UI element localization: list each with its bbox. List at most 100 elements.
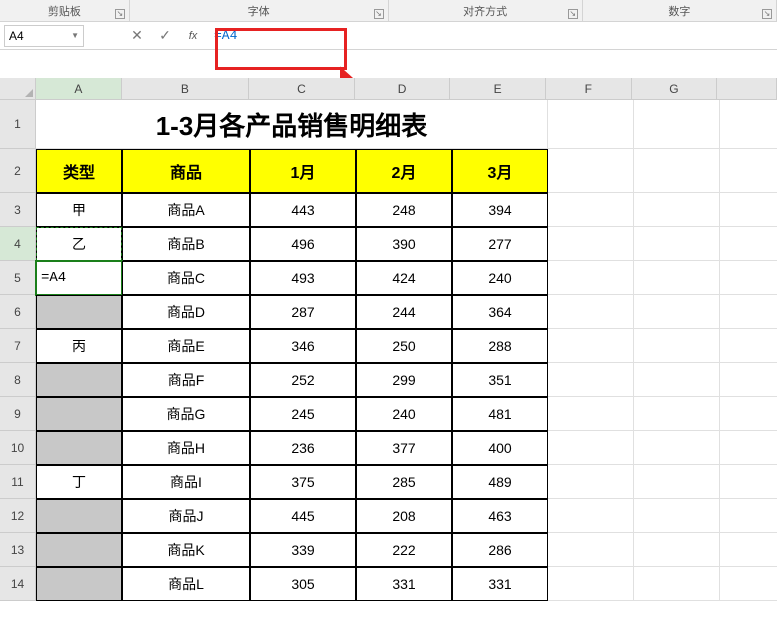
row-header[interactable]: 2 — [0, 149, 36, 193]
cell[interactable] — [548, 363, 634, 397]
column-headers[interactable]: ABCDEFG — [36, 78, 777, 100]
cell[interactable] — [720, 363, 777, 397]
cell[interactable] — [548, 193, 634, 227]
dialog-launcher-icon[interactable]: ↘ — [762, 9, 772, 19]
cell[interactable] — [634, 100, 720, 149]
ribbon-group-alignment[interactable]: 对齐方式↘ — [389, 0, 583, 21]
formula-input[interactable] — [210, 25, 773, 47]
cell-value[interactable]: 364 — [452, 295, 548, 329]
cell[interactable] — [634, 431, 720, 465]
cell[interactable] — [548, 397, 634, 431]
row-header[interactable]: 9 — [0, 397, 36, 431]
cell-value[interactable]: 248 — [356, 193, 452, 227]
cell-value[interactable]: 339 — [250, 533, 356, 567]
cell-grid[interactable]: 1-3月各产品销售明细表类型商品1月2月3月甲商品A443248394乙商品B4… — [36, 100, 777, 634]
cell-value[interactable]: 390 — [356, 227, 452, 261]
cell-type[interactable]: 丙 — [36, 329, 122, 363]
cell-value[interactable]: 443 — [250, 193, 356, 227]
cell-value[interactable]: 496 — [250, 227, 356, 261]
cell[interactable] — [548, 227, 634, 261]
cell-value[interactable]: 331 — [452, 567, 548, 601]
cell-value[interactable]: 244 — [356, 295, 452, 329]
row-header[interactable]: 5 — [0, 261, 36, 295]
cell-value[interactable]: 240 — [356, 397, 452, 431]
cell-value[interactable]: 240 — [452, 261, 548, 295]
dialog-launcher-icon[interactable]: ↘ — [115, 9, 125, 19]
cell-product[interactable]: 商品K — [122, 533, 250, 567]
cell[interactable] — [548, 295, 634, 329]
cell-value[interactable]: 208 — [356, 499, 452, 533]
cell[interactable] — [548, 261, 634, 295]
cell-type[interactable] — [36, 363, 122, 397]
cell-value[interactable]: 299 — [356, 363, 452, 397]
ribbon-group-number[interactable]: 数字↘ — [583, 0, 777, 21]
cell[interactable] — [634, 295, 720, 329]
cell-value[interactable]: 351 — [452, 363, 548, 397]
table-header[interactable]: 商品 — [122, 149, 250, 193]
cell[interactable] — [720, 295, 777, 329]
cell[interactable] — [634, 567, 720, 601]
cell[interactable] — [634, 227, 720, 261]
cell-value[interactable]: 493 — [250, 261, 356, 295]
cell-product[interactable]: 商品E — [122, 329, 250, 363]
row-header[interactable]: 1 — [0, 100, 36, 149]
cell[interactable] — [720, 465, 777, 499]
cell-value[interactable]: 400 — [452, 431, 548, 465]
cell[interactable] — [634, 465, 720, 499]
cell-value[interactable]: 375 — [250, 465, 356, 499]
row-header[interactable]: 3 — [0, 193, 36, 227]
column-header[interactable]: C — [249, 78, 355, 100]
cell-type[interactable] — [36, 295, 122, 329]
ribbon-group-font[interactable]: 字体↘ — [130, 0, 389, 21]
cell-product[interactable]: 商品L — [122, 567, 250, 601]
enter-button[interactable]: ✓ — [154, 25, 176, 47]
cell-product[interactable]: 商品A — [122, 193, 250, 227]
cell[interactable] — [720, 431, 777, 465]
cell-type[interactable] — [36, 499, 122, 533]
cell-value[interactable]: 245 — [250, 397, 356, 431]
cell-type[interactable] — [36, 567, 122, 601]
column-header[interactable]: E — [450, 78, 546, 100]
cell[interactable] — [634, 499, 720, 533]
cell-value[interactable]: 236 — [250, 431, 356, 465]
cell-a5-editing[interactable]: =A4 — [36, 261, 122, 295]
row-header[interactable]: 11 — [0, 465, 36, 499]
cell-value[interactable]: 286 — [452, 533, 548, 567]
ribbon-group-clipboard[interactable]: 剪贴板↘ — [0, 0, 130, 21]
fx-icon[interactable]: fx — [182, 25, 204, 47]
cell-value[interactable]: 377 — [356, 431, 452, 465]
table-header[interactable]: 类型 — [36, 149, 122, 193]
cell-value[interactable]: 424 — [356, 261, 452, 295]
cell-value[interactable]: 489 — [452, 465, 548, 499]
cell-type[interactable]: 甲 — [36, 193, 122, 227]
cell-value[interactable]: 288 — [452, 329, 548, 363]
select-all-button[interactable] — [0, 78, 36, 100]
name-box[interactable]: A4▼ — [4, 25, 84, 47]
row-headers[interactable]: 1234567891011121314 — [0, 100, 36, 634]
cell-product[interactable]: 商品B — [122, 227, 250, 261]
cell-product[interactable]: 商品C — [122, 261, 250, 295]
cell-value[interactable]: 252 — [250, 363, 356, 397]
cell[interactable] — [720, 149, 777, 193]
row-header[interactable]: 13 — [0, 533, 36, 567]
table-header[interactable]: 2月 — [356, 149, 452, 193]
cell-value[interactable]: 445 — [250, 499, 356, 533]
cell-value[interactable]: 287 — [250, 295, 356, 329]
cell-type[interactable]: 丁 — [36, 465, 122, 499]
cell-product[interactable]: 商品F — [122, 363, 250, 397]
dialog-launcher-icon[interactable]: ↘ — [374, 9, 384, 19]
cell[interactable] — [548, 533, 634, 567]
cell-a4[interactable]: 乙 — [36, 227, 122, 261]
cancel-button[interactable]: ✕ — [126, 25, 148, 47]
cell[interactable] — [720, 261, 777, 295]
row-header[interactable]: 6 — [0, 295, 36, 329]
dialog-launcher-icon[interactable]: ↘ — [568, 9, 578, 19]
cell-value[interactable]: 277 — [452, 227, 548, 261]
cell[interactable] — [634, 363, 720, 397]
cell-type[interactable] — [36, 533, 122, 567]
cell[interactable] — [720, 499, 777, 533]
cell[interactable] — [634, 193, 720, 227]
row-header[interactable]: 12 — [0, 499, 36, 533]
cell[interactable] — [634, 261, 720, 295]
cell[interactable] — [548, 149, 634, 193]
